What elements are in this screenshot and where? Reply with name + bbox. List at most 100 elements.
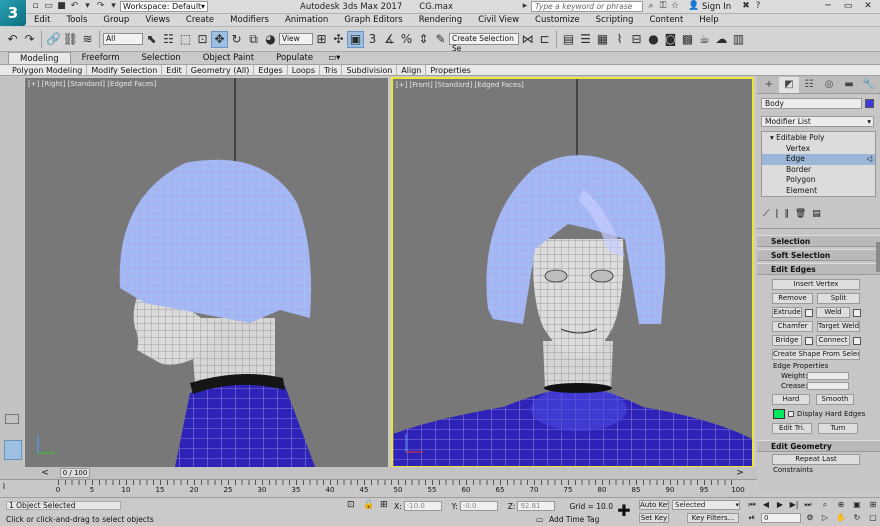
next-frame-icon[interactable]: ▶| [787,500,801,510]
pivot-center-icon[interactable]: ⊞ [313,31,330,48]
track-bar[interactable]: ⌇ 0 5 10 15 20 25 30 35 40 45 50 55 60 65 70 75 80 85 90 95… [0,479,757,497]
hard-edge-color-swatch[interactable] [773,409,785,419]
stack-item-border[interactable]: Border [762,165,875,176]
mirror-icon[interactable]: ⋈ [519,31,536,48]
motion-tab-icon[interactable]: ◎ [819,77,839,93]
edit-tri-button[interactable]: Edit Tri. [772,423,812,434]
material-editor-icon[interactable]: ● [645,31,662,48]
search-icon[interactable]: ⌕ [645,1,657,12]
z-coordinate-field[interactable]: 92.81 [517,501,556,511]
toggle-scene-explorer-icon[interactable]: ▤ [560,31,577,48]
ribbon-edges[interactable]: Edges [254,64,288,76]
reference-coordinate-dropdown[interactable]: View [279,33,313,45]
show-end-result-icon[interactable]: | [775,209,778,219]
collapse-icon[interactable]: ▾ [770,133,774,142]
bridge-button[interactable]: Bridge [772,335,802,346]
bridge-settings-icon[interactable] [805,336,813,345]
remove-button[interactable]: Remove [772,293,813,304]
connect-settings-icon[interactable] [853,336,861,345]
turn-button[interactable]: Turn [818,423,858,434]
ribbon-properties[interactable]: Properties [426,65,474,76]
stack-item-vertex[interactable]: Vertex [762,144,875,155]
rollout-edit-geometry[interactable]: Edit Geometry [757,440,880,452]
object-color-swatch[interactable] [865,99,874,108]
x-coordinate-field[interactable]: -10.0 [403,501,442,511]
menu-graph-editors[interactable]: Graph Editors [336,14,410,27]
save-file-icon[interactable]: ■ [56,1,67,11]
select-and-scale-icon[interactable]: ⧉ [245,31,262,48]
subscription-icon[interactable]: ⚿ [657,1,669,12]
render-setup-icon[interactable]: ◙ [662,31,679,48]
stack-item-polygon[interactable]: Polygon [762,175,875,186]
redo-icon[interactable]: ↷ [95,1,106,11]
ribbon-polygon-modeling[interactable]: Polygon Modeling [8,64,88,76]
tab-modeling[interactable]: Modeling [8,51,71,65]
zoom-icon[interactable]: ⌕ [818,500,832,510]
ribbon-geometry-all[interactable]: Geometry (All) [187,64,255,76]
stack-item-element[interactable]: Element [762,186,875,197]
search-input[interactable]: Type a keyword or phrase [531,1,643,12]
window-crossing-icon[interactable]: ⊡ [194,31,211,48]
help-icon[interactable]: ? [752,1,764,12]
open-file-icon[interactable]: ▭ [43,1,54,11]
key-mode-dropdown[interactable]: Selected ▾ [672,500,740,510]
time-prev-icon[interactable]: < [32,468,58,478]
zoom-extents-all-icon[interactable]: ⊞ [866,500,880,510]
undo-icon[interactable]: ↶ [4,31,21,48]
tab-freeform[interactable]: Freeform [71,52,131,64]
auto-key-button[interactable]: Auto Key [639,500,669,510]
isolate-selection-icon[interactable]: ⊡ [347,500,355,510]
close-icon[interactable]: ✕ [858,1,878,12]
pan-view-icon[interactable]: ✋ [834,513,848,523]
stack-item-edge[interactable]: Edge ◁ [762,154,875,165]
snaps-toggle-icon[interactable]: 3 [364,31,381,48]
utilities-tab-icon[interactable]: 🔧 [859,77,879,93]
toggle-ribbon-icon[interactable]: ▦ [594,31,611,48]
pin-stack-icon[interactable]: ⟋ [763,209,769,219]
configure-modifier-sets-icon[interactable]: ▤ [812,209,821,219]
tab-populate[interactable]: Populate [265,52,324,64]
menu-create[interactable]: Create [178,14,222,27]
menu-help[interactable]: Help [691,14,726,27]
selection-region-icon[interactable]: ⬚ [177,31,194,48]
toggle-layer-explorer-icon[interactable]: ☰ [577,31,594,48]
percent-snap-icon[interactable]: % [398,31,415,48]
align-icon[interactable]: ⊏ [536,31,553,48]
selection-filter-dropdown[interactable]: All [103,33,143,45]
add-time-tag[interactable]: Add Time Tag [549,515,599,524]
make-unique-icon[interactable]: ∥ [784,209,789,219]
time-next-icon[interactable]: > [730,468,750,478]
favorites-icon[interactable]: ☆ [669,1,681,12]
prev-frame-icon[interactable]: ◀ [759,500,773,510]
ribbon-subdivision[interactable]: Subdivision [342,64,398,76]
redo-icon[interactable]: ↷ [21,31,38,48]
app-logo-icon[interactable]: 3 [0,0,26,26]
key-mode-toggle-icon[interactable]: ⏯ [745,513,759,523]
undo-dropdown-icon[interactable]: ▾ [82,1,93,11]
time-slider-thumb[interactable]: 0 / 100 [60,468,90,478]
keyboard-shortcut-override-icon[interactable]: ▣ [347,30,364,48]
ribbon-loops[interactable]: Loops [288,64,321,76]
menu-customize[interactable]: Customize [527,14,588,27]
menu-civil-view[interactable]: Civil View [470,14,527,27]
render-in-cloud-icon[interactable]: ☁ [713,31,730,48]
time-tag-icon[interactable]: ▭ [536,515,543,524]
workspace-dropdown[interactable]: Workspace: Default ▾ [120,1,208,12]
menu-content[interactable]: Content [641,14,691,27]
menu-group[interactable]: Group [95,14,137,27]
connect-button[interactable]: Connect [816,335,850,346]
exchange-apps-icon[interactable]: ✖ [740,1,752,12]
command-panel-scrollbar[interactable] [876,242,880,272]
weld-settings-icon[interactable] [853,308,861,317]
crease-spinner[interactable] [807,382,849,390]
modifier-list-dropdown[interactable]: Modifier List ▾ [761,116,874,127]
ribbon-options-icon[interactable]: ▭▾ [324,52,344,64]
tab-object-paint[interactable]: Object Paint [192,52,265,64]
weld-button[interactable]: Weld [816,307,850,318]
rollout-selection[interactable]: Selection [757,235,880,247]
modify-tab-icon[interactable]: ◩ [779,76,799,93]
ribbon-align[interactable]: Align [397,64,427,76]
play-icon[interactable]: ▶ [773,500,787,510]
menu-modifiers[interactable]: Modifiers [222,14,277,27]
select-manipulate-icon[interactable]: ✣ [330,31,347,48]
